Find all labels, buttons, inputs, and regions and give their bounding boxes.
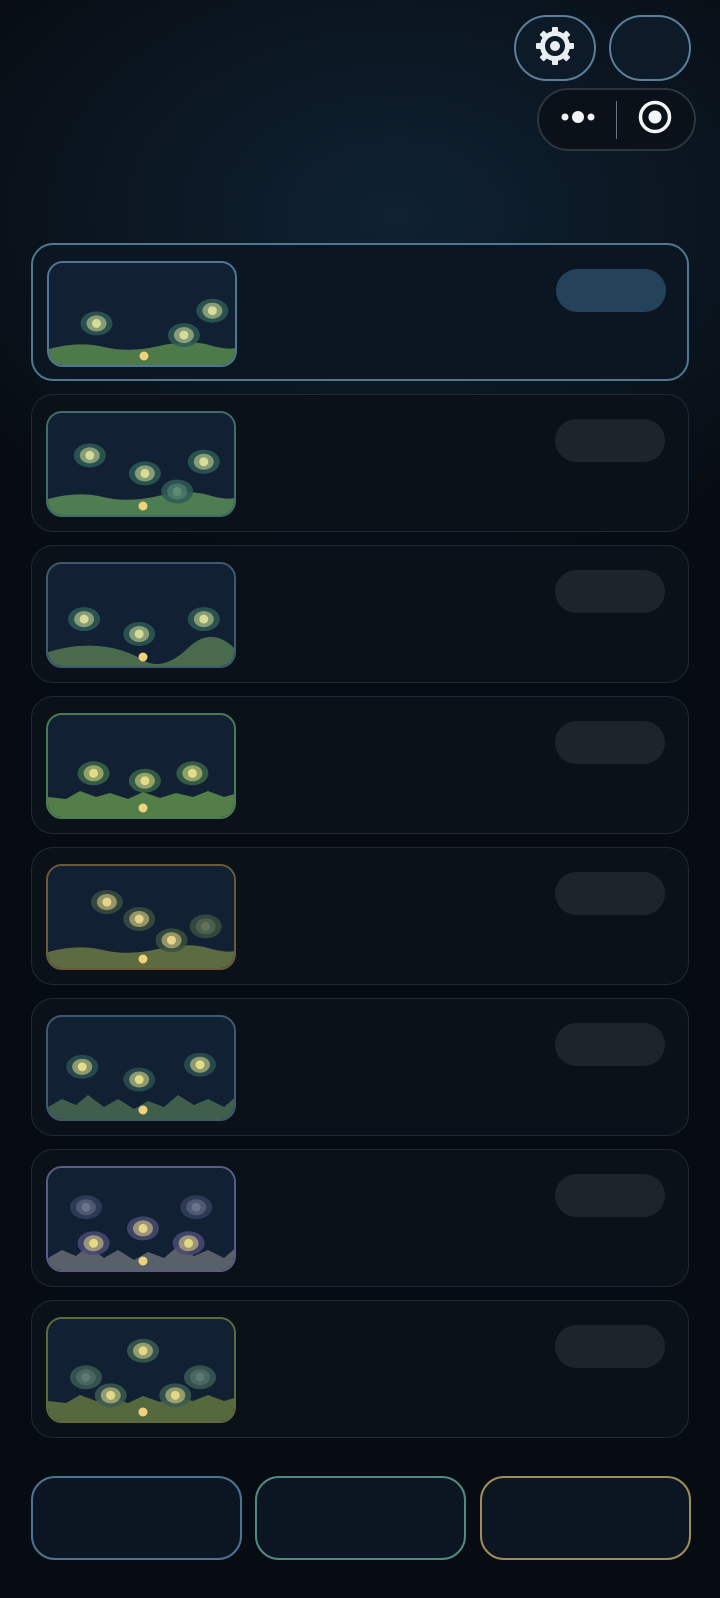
settings-button[interactable] — [514, 15, 596, 81]
star-orb-icon — [187, 449, 220, 474]
level-action-pill[interactable] — [555, 1023, 665, 1066]
bottom-button-3[interactable] — [480, 1476, 691, 1560]
star-orb-icon — [77, 1231, 110, 1256]
level-thumbnail — [46, 1166, 236, 1272]
bottom-button-1[interactable] — [31, 1476, 242, 1560]
star-orb-icon — [128, 461, 161, 486]
level-card[interactable] — [31, 847, 689, 985]
level-action-pill[interactable] — [555, 570, 665, 613]
level-action-pill[interactable] — [555, 721, 665, 764]
star-orb-icon — [123, 1067, 156, 1092]
level-thumbnail — [46, 411, 236, 517]
level-thumbnail — [47, 261, 237, 367]
player-dot — [138, 1407, 148, 1417]
level-card[interactable] — [31, 545, 689, 683]
star-orb-icon — [123, 621, 156, 646]
gear-icon — [535, 26, 575, 71]
star-orb-icon — [70, 1195, 102, 1220]
level-card[interactable] — [31, 1300, 689, 1438]
star-orb-icon — [68, 607, 101, 632]
star-orb-icon — [73, 443, 106, 468]
player-dot — [139, 351, 149, 361]
level-card[interactable] — [31, 696, 689, 834]
player-dot — [138, 1256, 148, 1266]
more-button[interactable] — [539, 90, 616, 149]
star-orb-icon — [127, 1216, 159, 1241]
level-thumbnail — [46, 713, 236, 819]
level-card[interactable] — [31, 243, 689, 381]
player-dot — [138, 501, 148, 511]
star-orb-icon — [184, 1052, 216, 1077]
star-orb-icon — [128, 768, 161, 793]
level-thumbnail — [46, 1317, 236, 1423]
round-action-button[interactable] — [609, 15, 691, 81]
level-action-pill[interactable] — [555, 419, 665, 462]
level-thumbnail — [46, 1015, 236, 1121]
star-orb-icon — [167, 323, 200, 348]
close-button[interactable] — [617, 90, 694, 149]
star-orb-icon — [189, 914, 222, 939]
level-thumbnail — [46, 864, 236, 970]
player-dot — [138, 652, 148, 662]
star-orb-icon — [184, 1365, 216, 1390]
star-orb-icon — [159, 1383, 192, 1408]
level-action-pill[interactable] — [555, 1174, 665, 1217]
level-thumbnail — [46, 562, 236, 668]
player-dot — [138, 803, 148, 813]
star-orb-icon — [196, 298, 229, 323]
bottom-button-2[interactable] — [255, 1476, 466, 1560]
star-orb-icon — [127, 1338, 159, 1363]
star-orb-icon — [172, 1231, 205, 1256]
star-orb-icon — [77, 761, 110, 786]
star-orb-icon — [155, 928, 188, 953]
star-orb-icon — [187, 607, 220, 632]
level-action-pill[interactable] — [555, 872, 665, 915]
level-card[interactable] — [31, 998, 689, 1136]
star-orb-icon — [176, 761, 209, 786]
target-circle-icon — [637, 99, 673, 140]
star-orb-icon — [123, 907, 156, 931]
level-action-pill[interactable] — [556, 269, 666, 312]
mini-program-capsule — [537, 88, 696, 151]
star-orb-icon — [80, 311, 113, 336]
star-orb-icon — [180, 1195, 213, 1220]
star-orb-icon — [161, 479, 194, 504]
star-orb-icon — [90, 890, 123, 915]
star-orb-icon — [70, 1365, 102, 1390]
level-card[interactable] — [31, 394, 689, 532]
star-orb-icon — [94, 1383, 127, 1408]
level-card[interactable] — [31, 1149, 689, 1287]
more-dots-icon — [560, 110, 596, 129]
player-dot — [138, 954, 148, 964]
player-dot — [138, 1105, 148, 1115]
star-orb-icon — [66, 1054, 99, 1079]
level-action-pill[interactable] — [555, 1325, 665, 1368]
